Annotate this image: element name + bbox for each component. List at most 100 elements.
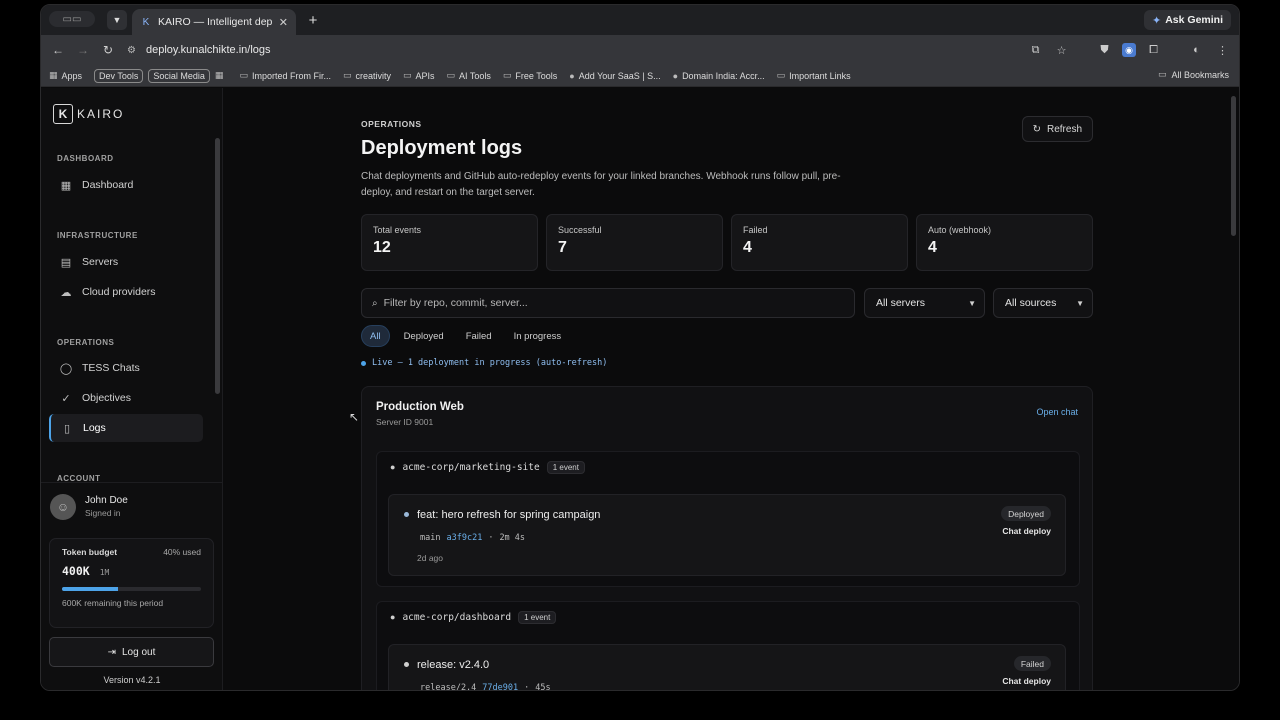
bookmark-star-icon[interactable]: ☆ xyxy=(1053,42,1070,59)
stat-value: 12 xyxy=(373,239,391,256)
folder-icon: ▭ xyxy=(403,70,412,80)
logout-button[interactable]: ⇥ Log out xyxy=(49,637,214,667)
sidebar-item-objectives[interactable]: ✓ Objectives xyxy=(49,384,203,412)
stat-value: 4 xyxy=(928,239,937,256)
bookmark-item[interactable]: ▦ xyxy=(215,70,228,81)
search-icon: ⌕ xyxy=(372,297,378,309)
close-icon[interactable]: ✕ xyxy=(279,16,288,29)
repo-name[interactable]: acme-corp/marketing-site xyxy=(402,462,539,473)
bookmark-item[interactable]: ▭ Imported From Fir... xyxy=(239,70,331,81)
install-app-icon[interactable]: ⧉ xyxy=(1027,42,1044,59)
bookmark-item[interactable]: ▭ APIs xyxy=(403,70,435,81)
shield-extension-icon[interactable]: ⛊ xyxy=(1096,42,1113,59)
stat-failed: Failed 4 xyxy=(731,214,908,271)
folder-icon: ▭ xyxy=(446,70,456,80)
extensions-puzzle-icon[interactable]: ⧠ xyxy=(1145,42,1162,59)
page-scrollbar[interactable] xyxy=(1231,96,1236,236)
stat-value: 4 xyxy=(743,239,752,256)
address-bar[interactable]: ⚙ deploy.kunalchikte.in/logs xyxy=(127,39,1087,61)
source-filter-select[interactable]: All sources ▼ xyxy=(993,288,1093,318)
event-count-badge: 1 event xyxy=(546,460,585,474)
browser-tab[interactable]: K KAIRO — Intelligent deployme ✕ xyxy=(132,9,296,35)
user-profile[interactable]: ☺ John Doe Signed in xyxy=(41,482,223,530)
tab-title: KAIRO — Intelligent deployme xyxy=(158,16,273,28)
tab-search-icon[interactable]: ▭▭ xyxy=(49,11,95,27)
event-count-badge: 1 event xyxy=(518,610,557,624)
server-filter-select[interactable]: All servers ▼ xyxy=(864,288,985,318)
sidebar-item-tess-chats[interactable]: ◯ TESS Chats xyxy=(49,354,203,382)
bookmark-item[interactable]: Social Media xyxy=(148,68,210,83)
status-dot-icon xyxy=(404,512,409,517)
bookmark-item[interactable]: ▭ Free Tools xyxy=(503,70,557,81)
kairo-favicon-icon: K xyxy=(142,16,150,28)
server-filter-value: All servers xyxy=(876,297,926,309)
ask-gemini-label: Ask Gemini xyxy=(1165,14,1223,26)
reload-icon[interactable]: ↻ xyxy=(99,41,117,59)
status-dot-icon xyxy=(404,662,409,667)
tab-failed[interactable]: Failed xyxy=(458,325,500,347)
stat-label: Auto (webhook) xyxy=(928,225,992,235)
commit-message: release: v2.4.0 xyxy=(417,659,490,671)
stat-auto-webhook: Auto (webhook) 4 xyxy=(916,214,1093,271)
all-bookmarks-button[interactable]: ▭ All Bookmarks xyxy=(1158,69,1229,80)
commit-sha[interactable]: a3f9c21 xyxy=(446,533,482,543)
url-text: deploy.kunalchikte.in/logs xyxy=(145,44,271,56)
chevron-down-icon[interactable]: ▼ xyxy=(107,10,127,30)
sidebar-item-label: TESS Chats xyxy=(82,362,140,374)
commit-message: feat: hero refresh for spring campaign xyxy=(417,509,601,521)
kairo-logo-icon: K xyxy=(53,104,73,124)
tab-deployed[interactable]: Deployed xyxy=(396,325,452,347)
stat-total-events: Total events 12 xyxy=(361,214,538,271)
stats-row: Total events 12 Successful 7 Failed 4 Au… xyxy=(361,214,1093,271)
logo-text: KAIRO xyxy=(77,107,125,121)
bookmark-label: Add Your SaaS | S... xyxy=(578,70,661,81)
repo-name[interactable]: acme-corp/dashboard xyxy=(402,612,511,623)
new-tab-button[interactable]: + xyxy=(303,10,323,30)
bookmark-item[interactable]: ● Add Your SaaS | S... xyxy=(569,71,660,81)
bookmark-item[interactable]: ▭ AI Tools xyxy=(447,70,491,81)
bookmark-item[interactable]: ● Domain India: Accr... xyxy=(673,71,765,81)
more-vert-icon[interactable]: ⋮ xyxy=(1214,42,1231,59)
site-icon: ● xyxy=(672,70,679,81)
sidebar-item-dashboard[interactable]: ▦ Dashboard xyxy=(49,171,203,199)
commit-sha[interactable]: 77de901 xyxy=(482,683,518,690)
page-eyebrow: OPERATIONS xyxy=(361,119,422,129)
bookmark-item[interactable]: ▦ Apps xyxy=(49,70,82,81)
sidebar-scrollbar[interactable] xyxy=(215,138,220,394)
tab-in-progress[interactable]: In progress xyxy=(506,325,570,347)
budget-remaining: 600K remaining this period xyxy=(62,598,164,608)
sidebar-item-cloud-providers[interactable]: ☁ Cloud providers xyxy=(49,278,203,306)
page-description: Chat deployments and GitHub auto-redeplo… xyxy=(361,171,841,198)
repo-group: ● acme-corp/dashboard 1 event release: v… xyxy=(376,601,1080,690)
source-filter-value: All sources xyxy=(1005,297,1057,309)
bookmark-item[interactable]: Dev Tools xyxy=(94,68,144,83)
open-chat-link[interactable]: Open chat xyxy=(1036,407,1078,417)
sidebar: K KAIRO DASHBOARD ▦ Dashboard INFRASTRUC… xyxy=(41,88,223,690)
back-arrow-icon[interactable]: ← xyxy=(49,41,67,59)
forward-arrow-icon[interactable]: → xyxy=(74,41,92,59)
search-input[interactable] xyxy=(383,297,824,309)
folder-icon: ▭ xyxy=(342,70,352,80)
bookmark-label: Free Tools xyxy=(515,70,558,81)
kairo-logo[interactable]: K KAIRO xyxy=(53,104,124,124)
bookmark-item[interactable]: ▭ Important Links xyxy=(777,70,851,81)
source-label: Chat deploy xyxy=(1002,526,1051,536)
deployment-event[interactable]: release: v2.4.0 release/2.4 77de901 · 45… xyxy=(388,644,1066,690)
cloud-icon: ☁ xyxy=(60,286,72,299)
profile-avatar-icon[interactable]: ◐ xyxy=(1188,42,1205,59)
user-name: John Doe xyxy=(85,495,128,506)
extension-icon[interactable]: ◉ xyxy=(1122,43,1136,57)
tab-all[interactable]: All xyxy=(361,325,390,347)
site-settings-icon[interactable]: ⚙ xyxy=(127,45,136,56)
deployment-event[interactable]: feat: hero refresh for spring campaign m… xyxy=(388,494,1066,576)
browser-toolbar: ← → ↻ ⚙ deploy.kunalchikte.in/logs ⧉ ☆ ⛊… xyxy=(41,35,1239,65)
sidebar-item-logs[interactable]: ▯ Logs xyxy=(49,414,203,442)
toolbar-actions: ⧉ ☆ ⛊ ◉ ⧠ ◐ ⋮ xyxy=(1027,41,1231,59)
section-dashboard: DASHBOARD xyxy=(57,154,114,163)
sidebar-item-servers[interactable]: ▤ Servers xyxy=(49,248,203,276)
live-dot-icon xyxy=(361,360,366,366)
bookmark-item[interactable]: ▭ creativity xyxy=(343,70,391,81)
search-box[interactable]: ⌕ xyxy=(361,288,855,318)
refresh-button[interactable]: ↻ Refresh xyxy=(1021,116,1093,142)
ask-gemini-button[interactable]: ✦ Ask Gemini xyxy=(1144,10,1231,30)
